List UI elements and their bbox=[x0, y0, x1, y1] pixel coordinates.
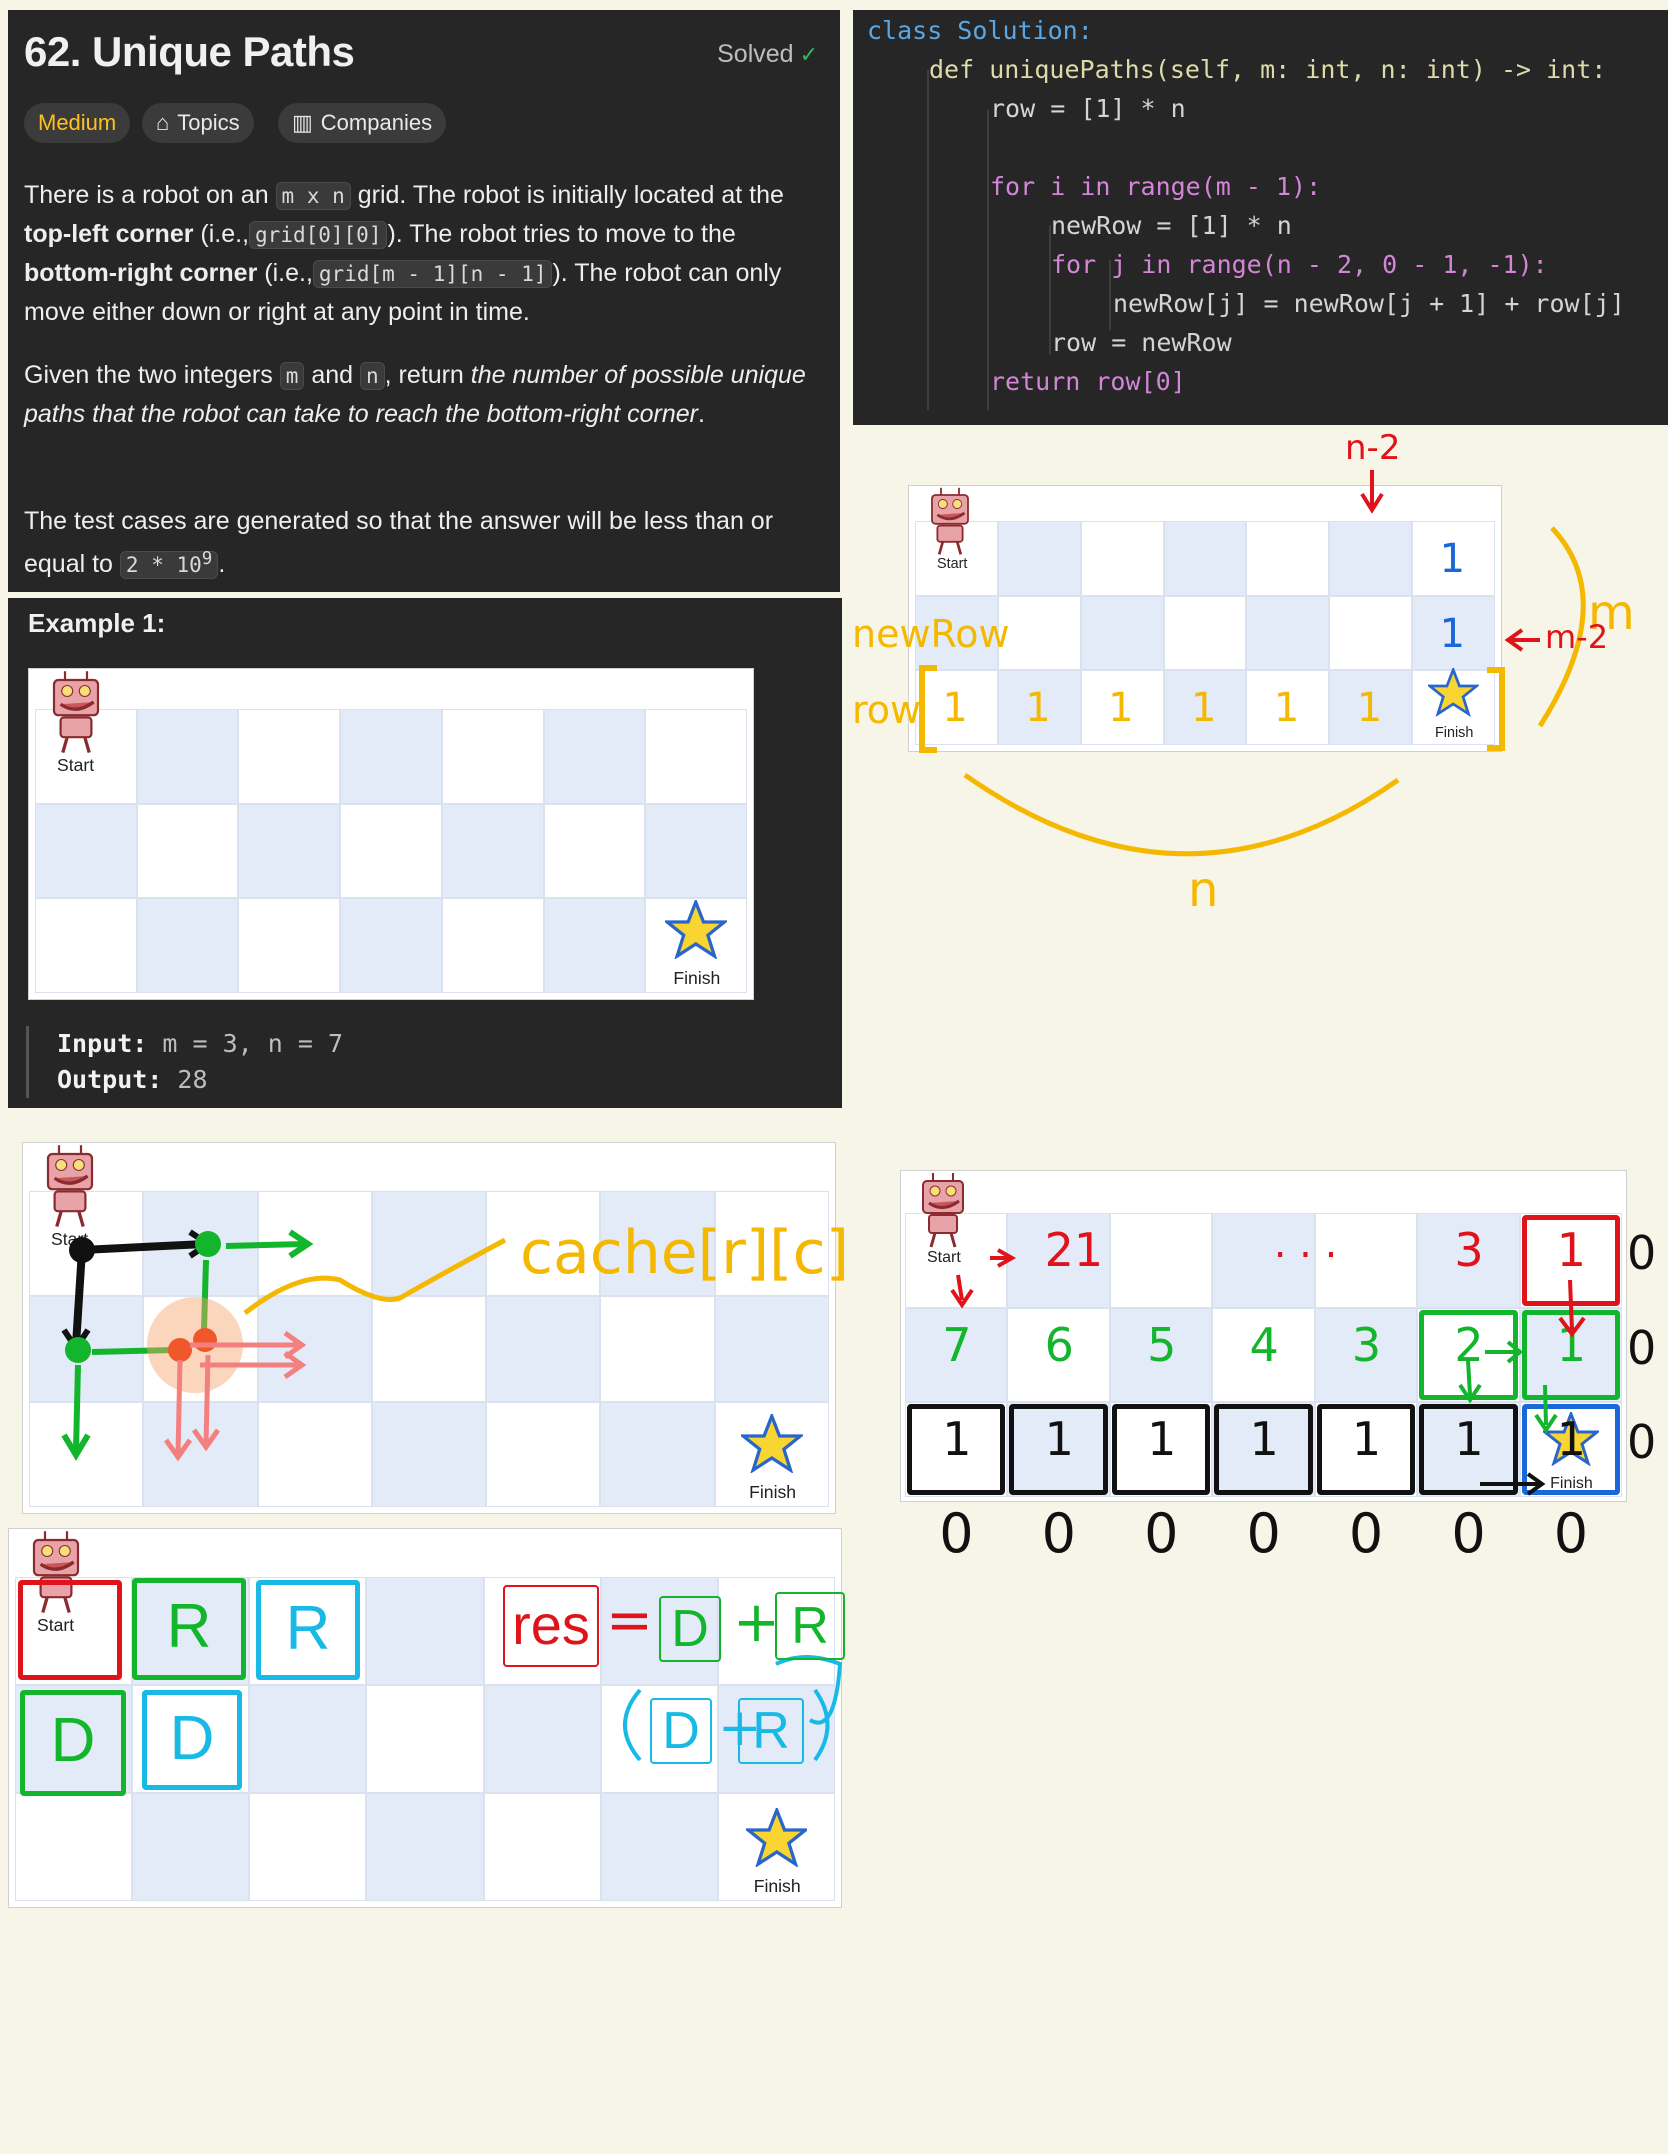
zero-bottom: 0 bbox=[939, 1502, 974, 1565]
bracket-right bbox=[1487, 667, 1505, 751]
note-n: n bbox=[1188, 862, 1219, 918]
right-box-green: R bbox=[132, 1578, 246, 1680]
res-r-box: R bbox=[775, 1592, 845, 1660]
note-cache: cache[r][c] bbox=[520, 1218, 849, 1288]
note-row: row bbox=[852, 688, 922, 732]
right-box-cyan: R bbox=[256, 1580, 360, 1680]
annotation-strokes bbox=[61, 470, 1586, 1762]
arrow-down-icon bbox=[1360, 470, 1384, 514]
zero-bottom: 0 bbox=[1041, 1502, 1076, 1565]
res-d-box: D bbox=[659, 1596, 721, 1662]
down-box-green: D bbox=[20, 1690, 126, 1796]
zero-bottom: 0 bbox=[1553, 1502, 1589, 1565]
zero-bottom: 0 bbox=[1348, 1502, 1384, 1565]
zero-bottom: 0 bbox=[1451, 1502, 1486, 1565]
zero-right: 0 bbox=[1627, 1415, 1657, 1470]
bracket-left bbox=[919, 665, 937, 753]
start-box bbox=[18, 1580, 122, 1680]
zero-right: 0 bbox=[1627, 1320, 1657, 1375]
zero-bottom: 0 bbox=[1246, 1502, 1281, 1565]
note-m-minus-2: m-2 bbox=[1545, 618, 1609, 656]
sub-d-box: D bbox=[650, 1698, 712, 1764]
note-new-row: newRow bbox=[852, 612, 1010, 656]
plus-sign: + bbox=[733, 1590, 780, 1655]
arrow-left-icon bbox=[1504, 628, 1540, 652]
sub-r-box: R bbox=[738, 1698, 804, 1764]
down-box-cyan: D bbox=[142, 1690, 242, 1790]
equals-sign: = bbox=[606, 1588, 653, 1653]
zero-right: 0 bbox=[1627, 1226, 1657, 1280]
n-curve bbox=[963, 772, 1400, 857]
note-n-minus-2: n-2 bbox=[1345, 428, 1401, 468]
res-box: res bbox=[503, 1585, 599, 1667]
zero-bottom: 0 bbox=[1144, 1502, 1179, 1565]
